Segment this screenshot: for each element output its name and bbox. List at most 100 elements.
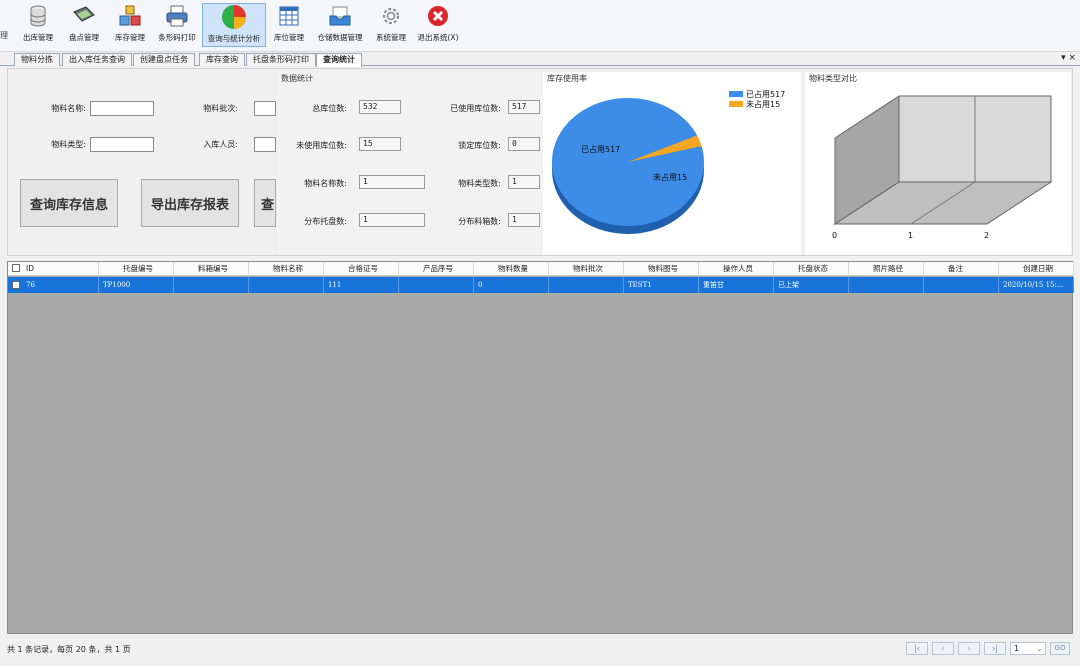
table-cell	[849, 277, 924, 293]
grid-calendar-icon	[276, 3, 302, 29]
pallet-count-field: 1	[359, 213, 425, 227]
app-window: 理 出库管理 盘点管理 库存管理 条形码打印 查询与统计分析 库位管理 仓储数据…	[0, 0, 1080, 666]
scanner-icon	[71, 3, 97, 29]
toolbar-system-label: 系统管理	[376, 33, 406, 42]
material-type-chart: 0 1 2	[832, 95, 1053, 240]
go-page-button[interactable]: GO	[1050, 642, 1070, 655]
material-name-label: 物料名称:	[51, 104, 86, 113]
table-cell	[174, 277, 249, 293]
x-tick-label: 2	[984, 231, 989, 240]
toolbar-location-label: 库位管理	[274, 33, 304, 42]
used-locations-field: 517	[508, 100, 540, 114]
inbox-tray-icon	[327, 3, 353, 29]
toolbar-system-button[interactable]: 系统管理	[371, 3, 411, 47]
data-statistics-group: 数据统计 总库位数: 532 已使用库位数: 517 未使用库位数: 15 锁定…	[277, 72, 542, 255]
page-number-select[interactable]: 1 ⌄	[1010, 642, 1046, 655]
column-header[interactable]: 物料图号	[624, 262, 699, 276]
grid-header: ID 托盘编号 料箱编号 物料名称 合格证号 产品序号 物料数量 物料批次 物料图号 操作人员 托盘…	[8, 262, 1074, 276]
usage-pie-chart: 已占用517未占用15已占用517未占用15	[552, 89, 785, 234]
column-header[interactable]: 照片路径	[849, 262, 924, 276]
toolbar-location-button[interactable]: 库位管理	[269, 3, 309, 47]
boxes-icon	[117, 3, 143, 29]
database-icon	[25, 3, 51, 29]
toolbar-outbound-button[interactable]: 出库管理	[18, 3, 58, 47]
column-header[interactable]: 操作人员	[699, 262, 774, 276]
legend-entry: 未占用15	[746, 99, 780, 109]
material-type-input[interactable]	[90, 137, 154, 152]
toolbar-exit-button[interactable]: 退出系统(X)	[414, 3, 462, 47]
inventory-grid: ID 托盘编号 料箱编号 物料名称 合格证号 产品序号 物料数量 物料批次 物料图号 操作人员 托盘…	[7, 261, 1074, 634]
stats-title: 数据统计	[281, 74, 313, 83]
table-cell: 2020/10/15 15:...	[999, 277, 1074, 293]
query-panel: 物料名称: 物料批次: 物料类型: 入库人员: 查询库存信息 导出库存报表 查 …	[7, 68, 1073, 256]
box-count-field: 1	[508, 213, 540, 227]
first-page-button[interactable]: |‹	[906, 642, 928, 655]
column-header[interactable]: 合格证号	[324, 262, 399, 276]
document-tabs: 物料分拣 出入库任务查询 创建盘点任务 库存查询 托盘条形码打印 查询统计 ▾ …	[0, 52, 1080, 67]
toolbar-outbound-label: 出库管理	[23, 33, 53, 42]
column-header[interactable]: 料箱编号	[174, 262, 249, 276]
tab-inventory-query[interactable]: 库存查询	[199, 53, 245, 66]
tab-pallet-barcode-print[interactable]: 托盘条形码打印	[246, 53, 316, 66]
material-type-chart-title: 物料类型对比	[809, 74, 857, 83]
material-batch-input[interactable]	[254, 101, 276, 116]
total-locations-field: 532	[359, 100, 401, 114]
toolbar-edge-label: 理	[0, 31, 8, 40]
page-number-value: 1	[1014, 644, 1020, 653]
inbound-person-input[interactable]	[254, 137, 276, 152]
toolbar-stocktake-button[interactable]: 盘点管理	[63, 3, 105, 47]
table-row[interactable]: 76 TP1000 111 0 TEST1 重笛甘 已上架 2020/10/15 15:...	[8, 277, 1074, 293]
table-cell	[249, 277, 324, 293]
pie-slice-label: 未占用15	[653, 172, 687, 182]
tab-io-task-query[interactable]: 出入库任务查询	[62, 53, 132, 66]
legend-swatch	[729, 101, 743, 107]
select-all-checkbox[interactable]	[12, 264, 20, 272]
query-extra-button[interactable]: 查	[254, 179, 276, 227]
next-page-button[interactable]: ›	[958, 642, 980, 655]
toolbar-inventory-label: 库存管理	[115, 33, 145, 42]
box-count-label: 分布料箱数:	[458, 217, 501, 226]
column-header[interactable]: 物料名称	[249, 262, 324, 276]
column-header[interactable]: 物料批次	[549, 262, 624, 276]
column-header[interactable]: 备注	[924, 262, 999, 276]
toolbar-storage-data-button[interactable]: 仓储数据管理	[312, 3, 368, 47]
legend-entry: 已占用517	[746, 89, 785, 99]
material-type-chart-panel: 物料类型对比 0 1 2	[805, 72, 1071, 255]
material-batch-label: 物料批次:	[203, 104, 238, 113]
column-header[interactable]: ID	[22, 262, 99, 276]
material-type-count-field: 1	[508, 175, 540, 189]
table-cell: TEST1	[624, 277, 699, 293]
gear-icon	[378, 3, 404, 29]
column-header[interactable]: 创建日期	[999, 262, 1074, 276]
locked-locations-field: 0	[508, 137, 540, 151]
material-type-label: 物料类型:	[51, 140, 86, 149]
last-page-button[interactable]: ›|	[984, 642, 1006, 655]
column-header[interactable]: 产品序号	[399, 262, 474, 276]
inbound-person-label: 入库人员:	[203, 140, 238, 149]
material-type-count-label: 物料类型数:	[458, 179, 501, 188]
main-toolbar: 理 出库管理 盘点管理 库存管理 条形码打印 查询与统计分析 库位管理 仓储数据…	[0, 0, 1080, 52]
exit-x-icon	[425, 3, 451, 29]
tab-material-sorting[interactable]: 物料分拣	[14, 53, 60, 66]
legend-swatch	[729, 91, 743, 97]
unused-locations-label: 未使用库位数:	[296, 141, 347, 150]
prev-page-button[interactable]: ‹	[932, 642, 954, 655]
query-inventory-button[interactable]: 查询库存信息	[20, 179, 118, 227]
export-inventory-report-button[interactable]: 导出库存报表	[141, 179, 239, 227]
column-header[interactable]: 物料数量	[474, 262, 549, 276]
unused-locations-field: 15	[359, 137, 401, 151]
tab-query-stats[interactable]: 查询统计	[316, 53, 362, 67]
tab-controls[interactable]: ▾ ×	[1061, 53, 1076, 63]
toolbar-query-stats-button[interactable]: 查询与统计分析	[202, 3, 266, 47]
material-name-input[interactable]	[90, 101, 154, 116]
pie-chart-icon	[221, 4, 247, 30]
toolbar-barcode-print-button[interactable]: 条形码打印	[154, 3, 200, 47]
tab-create-stocktake[interactable]: 创建盘点任务	[133, 53, 195, 66]
row-checkbox[interactable]	[12, 281, 20, 289]
pallet-count-label: 分布托盘数:	[304, 217, 347, 226]
column-header[interactable]: 托盘编号	[99, 262, 174, 276]
toolbar-inventory-button[interactable]: 库存管理	[109, 3, 151, 47]
column-header[interactable]: 托盘状态	[774, 262, 849, 276]
used-locations-label: 已使用库位数:	[450, 104, 501, 113]
table-cell: 111	[324, 277, 399, 293]
